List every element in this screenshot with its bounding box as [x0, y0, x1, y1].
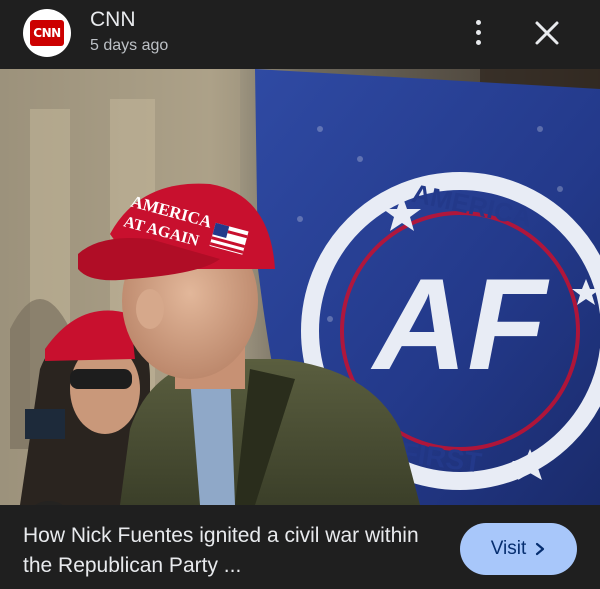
- visit-label: Visit: [490, 538, 527, 559]
- chevron-right-icon: [536, 542, 545, 556]
- cnn-logo-icon: CNN: [30, 20, 64, 46]
- more-options-button[interactable]: [462, 14, 494, 50]
- close-icon: [535, 21, 559, 45]
- close-button[interactable]: [530, 16, 564, 50]
- result-image[interactable]: AF AMERICA FIRST AMERICA AT AGAIN: [0, 69, 600, 505]
- more-vert-icon: [475, 19, 481, 25]
- source-logo[interactable]: CNN: [23, 9, 71, 57]
- article-headline[interactable]: How Nick Fuentes ignited a civil war wit…: [23, 521, 433, 581]
- more-vert-dot: [475, 29, 481, 35]
- result-header: CNN CNN 5 days ago: [0, 0, 600, 68]
- more-vert-dot: [475, 39, 481, 45]
- flag-letters: AF: [370, 251, 550, 397]
- visit-button[interactable]: Visit: [460, 523, 577, 575]
- source-name[interactable]: CNN: [90, 8, 136, 32]
- publish-time: 5 days ago: [90, 37, 169, 54]
